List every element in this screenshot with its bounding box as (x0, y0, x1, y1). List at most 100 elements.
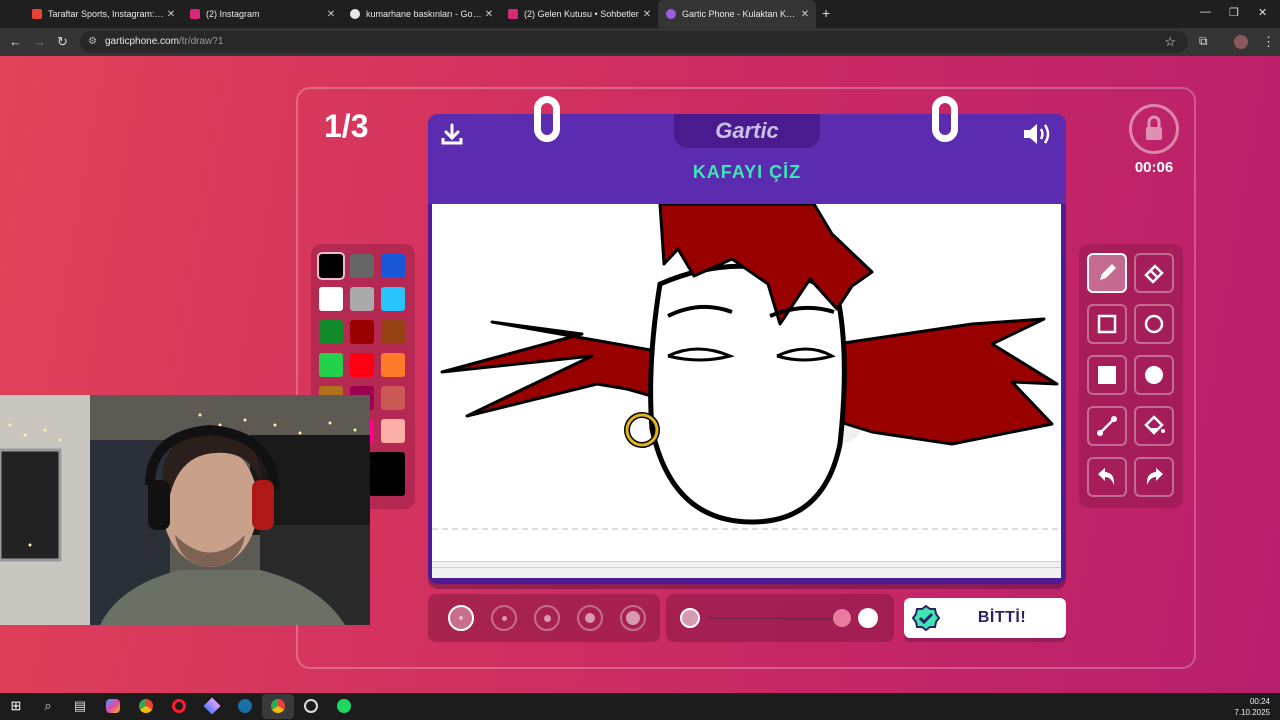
rectangle-outline-icon (1097, 314, 1117, 334)
color-swatch[interactable] (350, 353, 374, 377)
color-swatch[interactable] (381, 254, 405, 278)
opacity-slider-track[interactable] (708, 617, 842, 620)
redo-icon (1146, 468, 1163, 485)
webcam-overlay (0, 395, 370, 625)
opera-icon[interactable] (170, 697, 188, 715)
brush-size-5[interactable] (620, 605, 646, 631)
timer: 00:06 (1134, 159, 1174, 176)
brush-size-panel (428, 594, 660, 642)
instagram-icon (508, 9, 518, 19)
drawing-notebook: Gartic KAFAYI ÇİZ (428, 96, 1066, 584)
profile-avatar[interactable] (1234, 35, 1248, 49)
rectangle-outline-tool[interactable] (1087, 304, 1127, 344)
spotify-icon[interactable] (335, 697, 353, 715)
windows-start-icon[interactable]: ⊞ (7, 697, 25, 715)
color-swatch[interactable] (350, 320, 374, 344)
webcam-feed (0, 395, 370, 625)
address-bar: ← → ↻ ⚙ garticphone.com/tr/draw?1 ☆ ⧉ ⋮ (0, 28, 1280, 56)
close-icon[interactable]: ✕ (798, 9, 812, 20)
color-swatch[interactable] (317, 252, 345, 280)
sound-icon[interactable] (1022, 122, 1054, 151)
back-icon[interactable]: ← (9, 34, 22, 49)
tab-title: (2) Gelen Kutusu • Sohbetler (524, 9, 639, 19)
fill-bucket-tool[interactable] (1134, 406, 1174, 446)
lock-icon (1129, 104, 1179, 154)
eraser-tool[interactable] (1134, 253, 1174, 293)
close-icon[interactable]: ✕ (482, 9, 496, 20)
url-text: garticphone.com/tr/draw?1 (105, 36, 223, 47)
brush-size-2[interactable] (491, 605, 517, 631)
close-icon[interactable]: ✕ (164, 9, 178, 20)
tab-gartic[interactable]: Gartic Phone - Kulaktan Kulağa ✕ (658, 0, 816, 28)
tab-title: Taraftar Sports, Instagram: ""Bu (48, 9, 164, 19)
reload-icon[interactable]: ↻ (57, 34, 68, 50)
color-swatch[interactable] (381, 287, 405, 311)
color-swatch[interactable] (381, 419, 405, 443)
brush-size-1[interactable] (448, 605, 474, 631)
ellipse-fill-tool[interactable] (1134, 355, 1174, 395)
site-info-icon[interactable]: ⚙ (88, 36, 100, 48)
tab-google[interactable]: kumarhane baskınları - Google ✕ (342, 0, 500, 28)
clock-time: 00:24 (1249, 697, 1270, 706)
color-swatch[interactable] (319, 353, 343, 377)
color-swatch[interactable] (350, 287, 374, 311)
steam-icon[interactable] (236, 697, 254, 715)
chrome-icon[interactable] (137, 697, 155, 715)
forward-icon[interactable]: → (33, 34, 46, 49)
tab-instagram-inbox[interactable]: (2) Gelen Kutusu • Sohbetler ✕ (500, 0, 658, 28)
url-input[interactable]: ⚙ garticphone.com/tr/draw?1 ☆ (80, 31, 1188, 53)
obs-icon[interactable] (302, 697, 320, 715)
tab-gmail[interactable]: Taraftar Sports, Instagram: ""Bu ✕ (24, 0, 182, 28)
ellipse-outline-tool[interactable] (1134, 304, 1174, 344)
done-label: BİTTİ! (977, 609, 1027, 626)
search-icon[interactable]: ⌕ (39, 697, 57, 715)
undo-button[interactable] (1087, 457, 1127, 497)
copilot-icon[interactable] (104, 697, 122, 715)
restore-icon[interactable]: ❐ (1229, 6, 1239, 19)
close-icon[interactable]: ✕ (640, 9, 654, 20)
current-color-preview (369, 452, 405, 496)
round-counter: 1/3 (324, 108, 369, 144)
clock-date: 7.10.2025 (1234, 708, 1270, 717)
window-close-icon[interactable]: ✕ (1258, 6, 1267, 19)
download-icon[interactable] (440, 122, 464, 151)
color-swatch[interactable] (319, 287, 343, 311)
close-icon[interactable]: ✕ (324, 9, 338, 20)
minimize-icon[interactable]: — (1200, 6, 1211, 18)
layered-app-icon[interactable] (203, 697, 221, 715)
bookmark-star-icon[interactable]: ☆ (1164, 34, 1176, 50)
binder-ring (534, 96, 560, 142)
brush-size-4[interactable] (577, 605, 603, 631)
drawing-canvas[interactable] (432, 202, 1061, 561)
gmail-icon (32, 9, 42, 19)
ellipse-fill-icon (1145, 366, 1163, 384)
color-swatch[interactable] (381, 353, 405, 377)
drawing (432, 202, 1061, 530)
tools-panel (1079, 244, 1183, 508)
system-clock[interactable]: 00:24 7.10.2025 (1234, 696, 1270, 718)
pencil-tool[interactable] (1087, 253, 1127, 293)
color-swatch[interactable] (381, 320, 405, 344)
new-tab-plus-icon[interactable]: + (822, 5, 830, 21)
color-swatch[interactable] (319, 320, 343, 344)
color-swatch[interactable] (350, 254, 374, 278)
gartic-icon (666, 9, 676, 19)
rectangle-fill-tool[interactable] (1087, 355, 1127, 395)
extensions-icon[interactable]: ⧉ (1199, 34, 1208, 49)
instagram-icon (190, 9, 200, 19)
redo-button[interactable] (1134, 457, 1174, 497)
done-button[interactable]: BİTTİ! (904, 598, 1066, 638)
task-view-icon[interactable]: ▤ (71, 697, 89, 715)
tab-bar: Taraftar Sports, Instagram: ""Bu ✕ (2) I… (0, 0, 1280, 28)
tab-title: Gartic Phone - Kulaktan Kulağa (682, 9, 798, 19)
undo-icon (1098, 468, 1115, 485)
google-icon (350, 9, 360, 19)
brush-size-3[interactable] (534, 605, 560, 631)
url-path: /tr/draw?1 (178, 36, 224, 47)
tab-instagram[interactable]: (2) Instagram ✕ (182, 0, 342, 28)
opacity-slider-handle[interactable] (833, 609, 851, 627)
chrome-active-icon[interactable] (269, 697, 287, 715)
color-swatch[interactable] (381, 386, 405, 410)
menu-dots-icon[interactable]: ⋮ (1262, 34, 1275, 50)
line-tool[interactable] (1087, 406, 1127, 446)
